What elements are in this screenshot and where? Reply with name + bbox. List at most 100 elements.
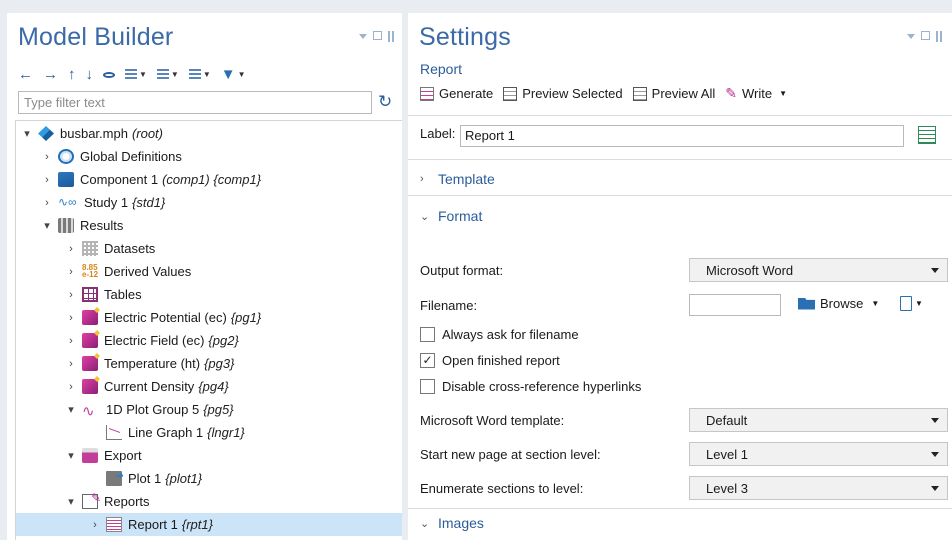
- tree-node-current-density[interactable]: › Current Density {pg4}: [16, 375, 402, 398]
- chevron-down-icon[interactable]: ▾: [64, 495, 78, 508]
- pane-menu-icon[interactable]: [359, 34, 367, 39]
- enumerate-level-select[interactable]: Level 3: [689, 476, 948, 500]
- label-input[interactable]: Report 1: [460, 125, 904, 147]
- generate-button[interactable]: Generate: [420, 86, 493, 101]
- tree-node-datasets[interactable]: › Datasets: [16, 237, 402, 260]
- chevron-down-icon[interactable]: ▾: [64, 403, 78, 416]
- section-format-label: Format: [438, 208, 483, 224]
- pane-menu-icon[interactable]: [907, 34, 915, 39]
- back-arrow-icon[interactable]: ←: [18, 66, 33, 83]
- tree-node-1d-plot-group-5[interactable]: ▾ ∿ 1D Plot Group 5 {pg5}: [16, 398, 402, 421]
- enumerate-level-label: Enumerate sections to level:: [420, 481, 584, 496]
- checkbox-box[interactable]: [420, 379, 435, 394]
- tree-node-export[interactable]: ▾ Export: [16, 444, 402, 467]
- section-format-header[interactable]: ⌄ Format: [420, 208, 482, 224]
- disable-cross-reference-checkbox[interactable]: Disable cross-reference hyperlinks: [420, 379, 641, 394]
- chevron-right-icon[interactable]: ›: [88, 519, 102, 531]
- chevron-right-icon[interactable]: ›: [64, 358, 78, 370]
- folder-icon: [798, 297, 815, 310]
- new-page-level-select[interactable]: Level 1: [689, 442, 948, 466]
- report-icon: [106, 517, 122, 532]
- tree-node-tag: (root): [131, 126, 163, 141]
- chevron-down-icon: ▼: [779, 89, 787, 98]
- output-format-value: Microsoft Word: [706, 262, 794, 278]
- plot-group-1d-icon: ∿: [82, 403, 95, 420]
- tree-node-line-graph-1[interactable]: Line Graph 1 {lngr1}: [16, 421, 402, 444]
- chevron-right-icon[interactable]: ›: [40, 151, 54, 163]
- tree-node-results[interactable]: ▾ Results: [16, 214, 402, 237]
- tree-node-root[interactable]: ▾ busbar.mph (root): [16, 122, 402, 145]
- expand-menu-button[interactable]: ▼: [156, 69, 179, 80]
- chevron-down-icon[interactable]: ▾: [40, 219, 54, 232]
- generate-label: Generate: [439, 86, 494, 101]
- chevron-right-icon[interactable]: ›: [64, 335, 78, 347]
- word-template-select[interactable]: Default: [689, 408, 948, 432]
- section-template-header[interactable]: › Template: [420, 171, 495, 187]
- section-images-header[interactable]: ⌄ Images: [420, 515, 484, 531]
- chevron-right-icon[interactable]: ›: [64, 381, 78, 393]
- chevron-right-icon[interactable]: ›: [64, 312, 78, 324]
- filter-input[interactable]: Type filter text: [18, 91, 372, 114]
- settings-title: Settings: [419, 23, 511, 51]
- chevron-right-icon[interactable]: ›: [40, 174, 54, 186]
- always-ask-filename-checkbox[interactable]: Always ask for filename: [420, 327, 579, 342]
- tree-node-label: Tables: [104, 287, 142, 302]
- export-icon: [82, 448, 98, 463]
- tree-node-report-1[interactable]: › Report 1 {rpt1}: [16, 513, 402, 536]
- chevron-right-icon[interactable]: ›: [40, 197, 54, 209]
- filename-input[interactable]: [689, 294, 781, 316]
- tree-node-derived-values[interactable]: › 8.85 e-12 Derived Values: [16, 260, 402, 283]
- show-icon[interactable]: [103, 71, 115, 78]
- tree-node-study-1[interactable]: › ∿∞ Study 1 {std1}: [16, 191, 402, 214]
- chevron-down-icon: ▼: [871, 299, 880, 308]
- preview-selected-button[interactable]: Preview Selected: [503, 86, 623, 101]
- label-action-icon[interactable]: [918, 126, 936, 144]
- move-down-icon[interactable]: ↓: [86, 66, 94, 83]
- file-location-button[interactable]: ▼: [900, 296, 923, 311]
- tree-node-component-1[interactable]: › Component 1 (comp1) {comp1}: [16, 168, 402, 191]
- preview-icon: [632, 86, 647, 101]
- plot-group-3d-icon: [82, 356, 98, 371]
- output-format-select[interactable]: Microsoft Word: [689, 258, 948, 282]
- chevron-right-icon: ›: [420, 173, 424, 185]
- preview-all-button[interactable]: Preview All: [632, 86, 715, 101]
- pin-icon[interactable]: [936, 31, 942, 42]
- view-menu-button[interactable]: ▼: [188, 69, 211, 80]
- tree-node-tag: {plot1}: [165, 471, 203, 486]
- tree-node-temperature[interactable]: › Temperature (ht) {pg3}: [16, 352, 402, 375]
- tree-node-reports[interactable]: ▾ Reports: [16, 490, 402, 513]
- settings-subtitle: Report: [420, 61, 463, 77]
- tree-node-label: Report 1: [128, 517, 178, 532]
- forward-arrow-icon[interactable]: →: [43, 66, 58, 83]
- collapse-menu-button[interactable]: ▼: [125, 69, 147, 80]
- checkbox-label: Always ask for filename: [442, 327, 579, 342]
- tree-node-tables[interactable]: › Tables: [16, 283, 402, 306]
- maximize-icon[interactable]: [921, 31, 930, 40]
- add-node-menu-button[interactable]: ▼ ▼: [221, 66, 246, 83]
- pin-icon[interactable]: [388, 31, 394, 42]
- tree-node-electric-potential[interactable]: › Electric Potential (ec) {pg1}: [16, 306, 402, 329]
- tree-node-label: Global Definitions: [80, 149, 182, 164]
- plot-group-3d-icon: [82, 310, 98, 325]
- tree-node-global-definitions[interactable]: › Global Definitions: [16, 145, 402, 168]
- open-finished-report-checkbox[interactable]: ✓ Open finished report: [420, 353, 560, 368]
- write-button[interactable]: ✎ Write ▼: [725, 85, 787, 102]
- chevron-right-icon[interactable]: ›: [64, 266, 78, 278]
- checkmark-icon[interactable]: ✓: [420, 353, 435, 368]
- tree-node-label: Current Density: [104, 379, 195, 394]
- tree-node-plot-1[interactable]: Plot 1 {plot1}: [16, 467, 402, 490]
- tree-node-label: Datasets: [104, 241, 156, 256]
- chevron-right-icon[interactable]: ›: [64, 289, 78, 301]
- tree-node-label: busbar.mph: [60, 126, 128, 141]
- browse-button[interactable]: Browse ▼: [798, 296, 879, 311]
- chevron-down-icon[interactable]: ▾: [20, 127, 34, 140]
- chevron-down-icon[interactable]: ▾: [64, 449, 78, 462]
- tree-node-tag: {pg1}: [230, 310, 262, 325]
- checkbox-box[interactable]: [420, 327, 435, 342]
- move-up-icon[interactable]: ↑: [68, 66, 76, 83]
- maximize-icon[interactable]: [373, 31, 382, 40]
- chevron-right-icon[interactable]: ›: [64, 243, 78, 255]
- tree-node-electric-field[interactable]: › Electric Field (ec) {pg2}: [16, 329, 402, 352]
- refresh-icon[interactable]: ↻: [378, 92, 392, 112]
- section-template-label: Template: [438, 171, 495, 187]
